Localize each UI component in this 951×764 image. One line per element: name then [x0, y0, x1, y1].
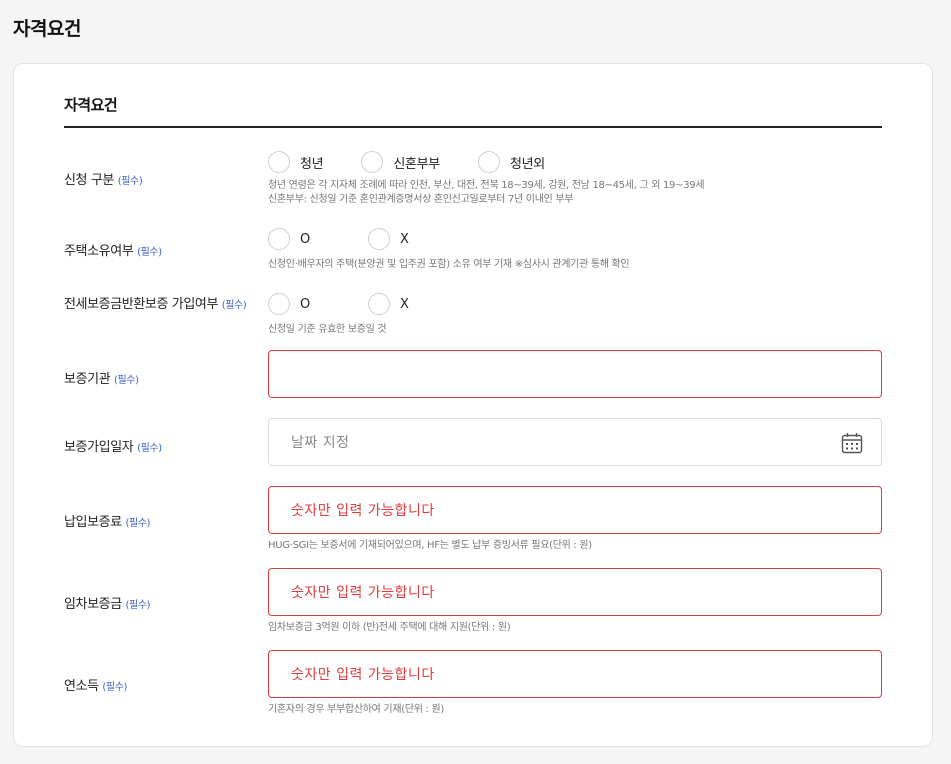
income-label-text: 연소득: [64, 679, 99, 694]
guarantee-fee-help: HUG·SGI는 보증서에 기재되어있으며, HF는 별도 납부 증빙서류 필요…: [268, 540, 592, 551]
guarantee-date-label-text: 보증가입일자: [64, 440, 134, 455]
required-tag: (필수): [137, 443, 162, 454]
radio-circle[interactable]: [268, 151, 290, 173]
income-input[interactable]: 숫자만 입력 가능합니다: [268, 650, 882, 698]
radio-circle[interactable]: [477, 151, 500, 173]
radio-circle[interactable]: [367, 228, 390, 250]
radio-circle[interactable]: [361, 151, 384, 173]
income-help: 기혼자의 경우 부부합산하여 기재(단위 : 원): [268, 704, 444, 715]
required-tag: (필수): [137, 247, 162, 258]
house-owned-label-text: 주택소유여부: [64, 244, 134, 259]
guarantee-fee-label-text: 납입보증료: [64, 515, 122, 530]
calendar-icon[interactable]: [841, 432, 863, 454]
deposit-label: 임차보증금 (필수): [64, 596, 254, 614]
guarantee-joined-help: 신청일 기준 유효한 보증일 것: [268, 324, 387, 335]
apply-type-label-text: 신청 구분: [64, 173, 114, 188]
income-placeholder: 숫자만 입력 가능합니다: [291, 667, 435, 683]
radio-house-owned-no[interactable]: X: [367, 228, 409, 250]
guarantee-joined-label-text: 전세보증금반환보증 가입여부: [64, 297, 219, 312]
apply-type-help-newlywed: 신혼부부: 신청일 기준 혼인관계증명서상 혼인신고일로부터 7년 이내인 부부: [268, 194, 574, 205]
house-owned-radio-group: O X: [268, 227, 882, 251]
radio-label: 청년외: [509, 156, 545, 172]
apply-type-radio-group: 청년 신혼부부 청년외: [268, 150, 882, 174]
radio-circle[interactable]: [367, 293, 390, 315]
section-title: 자격요건: [64, 96, 118, 114]
radio-newlywed[interactable]: 신혼부부: [361, 151, 440, 173]
required-tag: (필수): [125, 518, 151, 529]
radio-label: 신혼부부: [393, 156, 440, 172]
radio-label: X: [399, 231, 409, 247]
deposit-placeholder: 숫자만 입력 가능합니다: [291, 585, 435, 601]
required-tag: (필수): [221, 300, 247, 311]
radio-label: O: [300, 231, 310, 247]
required-tag: (필수): [125, 600, 151, 611]
radio-other[interactable]: 청년외: [477, 151, 545, 173]
radio-house-owned-yes[interactable]: O: [268, 228, 310, 250]
guarantee-fee-placeholder: 숫자만 입력 가능합니다: [291, 503, 435, 519]
guarantee-date-input[interactable]: 날짜 지정: [268, 418, 882, 466]
radio-circle[interactable]: [268, 293, 290, 315]
guarantee-fee-label: 납입보증료 (필수): [64, 514, 254, 532]
guarantee-joined-label: 전세보증금반환보증 가입여부 (필수): [64, 296, 249, 314]
radio-guarantee-yes[interactable]: O: [268, 293, 310, 315]
income-label: 연소득 (필수): [64, 678, 254, 696]
radio-label: 청년: [300, 156, 324, 172]
radio-circle[interactable]: [268, 228, 290, 250]
guarantee-org-label: 보증기관 (필수): [64, 371, 254, 389]
deposit-input[interactable]: 숫자만 입력 가능합니다: [268, 568, 882, 616]
house-owned-help: 신청인·배우자의 주택(분양권 및 입주권 포함) 소유 여부 기재 ※심사시 …: [268, 259, 630, 270]
radio-guarantee-no[interactable]: X: [367, 293, 409, 315]
radio-label: X: [399, 296, 409, 312]
guarantee-joined-radio-group: O X: [268, 292, 882, 316]
guarantee-org-input[interactable]: [268, 350, 882, 398]
house-owned-label: 주택소유여부 (필수): [64, 243, 254, 261]
page-title: 자격요건: [13, 18, 81, 40]
guarantee-fee-input[interactable]: 숫자만 입력 가능합니다: [268, 486, 882, 534]
requirements-card: 자격요건 신청 구분 (필수) 청년 신혼부부 청년외 청년 연령은 각 지자체…: [13, 63, 933, 747]
required-tag: (필수): [117, 176, 143, 187]
guarantee-org-label-text: 보증기관: [64, 372, 111, 387]
radio-label: O: [300, 296, 310, 312]
apply-type-label: 신청 구분 (필수): [64, 172, 254, 190]
radio-youth[interactable]: 청년: [268, 151, 324, 173]
guarantee-date-placeholder: 날짜 지정: [291, 435, 350, 451]
deposit-label-text: 임차보증금: [64, 597, 122, 612]
required-tag: (필수): [102, 682, 128, 693]
deposit-help: 임차보증금 3억원 이하 (반)전세 주택에 대해 지원(단위 : 원): [268, 622, 511, 633]
required-tag: (필수): [113, 375, 139, 386]
apply-type-help-youth: 청년 연령은 각 지자체 조례에 따라 인천, 부산, 대전, 전북 18~39…: [268, 180, 705, 191]
section-divider: [64, 126, 882, 128]
guarantee-date-label: 보증가입일자 (필수): [64, 439, 254, 457]
